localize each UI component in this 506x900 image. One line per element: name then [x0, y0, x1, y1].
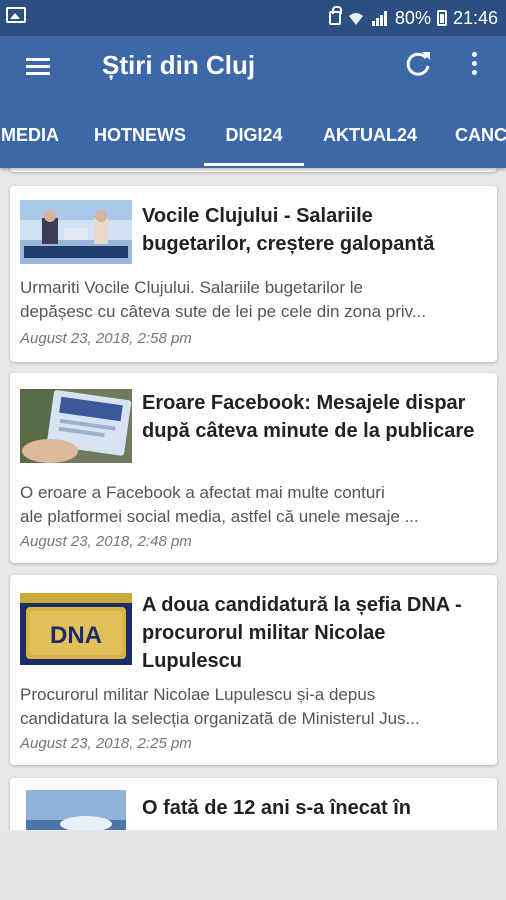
news-list[interactable]: Vocile Clujului - Salariile bugetarilor,…: [0, 168, 506, 830]
article-date: August 23, 2018, 2:58 pm: [20, 330, 192, 347]
article-thumbnail: [26, 790, 126, 830]
article-date: August 23, 2018, 2:48 pm: [20, 533, 192, 550]
article-summary: Urmariti Vocile Clujului. Salariile buge…: [20, 278, 427, 321]
article-summary: Procurorul militar Nicolae Lupulescu și-…: [20, 685, 420, 728]
menu-icon[interactable]: [22, 50, 54, 80]
article-thumbnail: [20, 200, 132, 264]
refresh-icon[interactable]: [402, 48, 434, 80]
article-headline: Vocile Clujului - Salariile bugetarilor,…: [142, 205, 435, 255]
news-card[interactable]: O fată de 12 ani s-a înecat în: [10, 778, 497, 830]
news-card[interactable]: Vocile Clujului - Salariile bugetarilor,…: [10, 186, 497, 362]
tab-media[interactable]: MEDIA: [0, 96, 64, 168]
tab-hotnews[interactable]: HOTNEWS: [82, 96, 198, 168]
signal-icon: [371, 11, 387, 26]
article-headline: A doua candidatură la șefia DNA - procur…: [142, 594, 462, 672]
article-headline: Eroare Facebook: Mesajele dispar după câ…: [142, 392, 475, 442]
lock-icon: [328, 6, 342, 25]
bottom-empty-area: [0, 830, 506, 900]
source-tabs: MEDIA HOTNEWS DIGI24 AKTUAL24 CANCAN: [0, 96, 506, 168]
image-icon: [6, 7, 26, 23]
more-options-icon[interactable]: [462, 48, 486, 80]
news-card[interactable]: DNA A doua candidatură la șefia DNA - pr…: [10, 575, 497, 765]
tab-cancan[interactable]: CANCAN: [444, 96, 506, 168]
previous-card-edge: [10, 168, 497, 172]
status-icons: 80% 21:46: [328, 6, 498, 30]
article-summary: O eroare a Facebook a afectat mai multe …: [20, 483, 419, 526]
article-thumbnail: DNA: [20, 593, 132, 665]
page-title: Știri din Cluj: [102, 50, 256, 80]
svg-text:DNA: DNA: [50, 622, 102, 649]
app-toolbar: Știri din Cluj: [0, 36, 506, 96]
battery-percent: 80%: [394, 7, 431, 28]
status-bar: 80% 21:46: [0, 0, 506, 36]
news-card[interactable]: Eroare Facebook: Mesajele dispar după câ…: [10, 373, 497, 563]
battery-icon: [436, 10, 447, 26]
clock: 21:46: [452, 7, 498, 28]
wifi-icon: [348, 13, 363, 25]
article-headline: O fată de 12 ani s-a înecat în: [142, 797, 411, 819]
tab-aktual24[interactable]: AKTUAL24: [314, 96, 426, 168]
article-thumbnail: [20, 389, 132, 463]
tab-digi24[interactable]: DIGI24: [204, 96, 304, 168]
article-date: August 23, 2018, 2:25 pm: [20, 735, 192, 752]
